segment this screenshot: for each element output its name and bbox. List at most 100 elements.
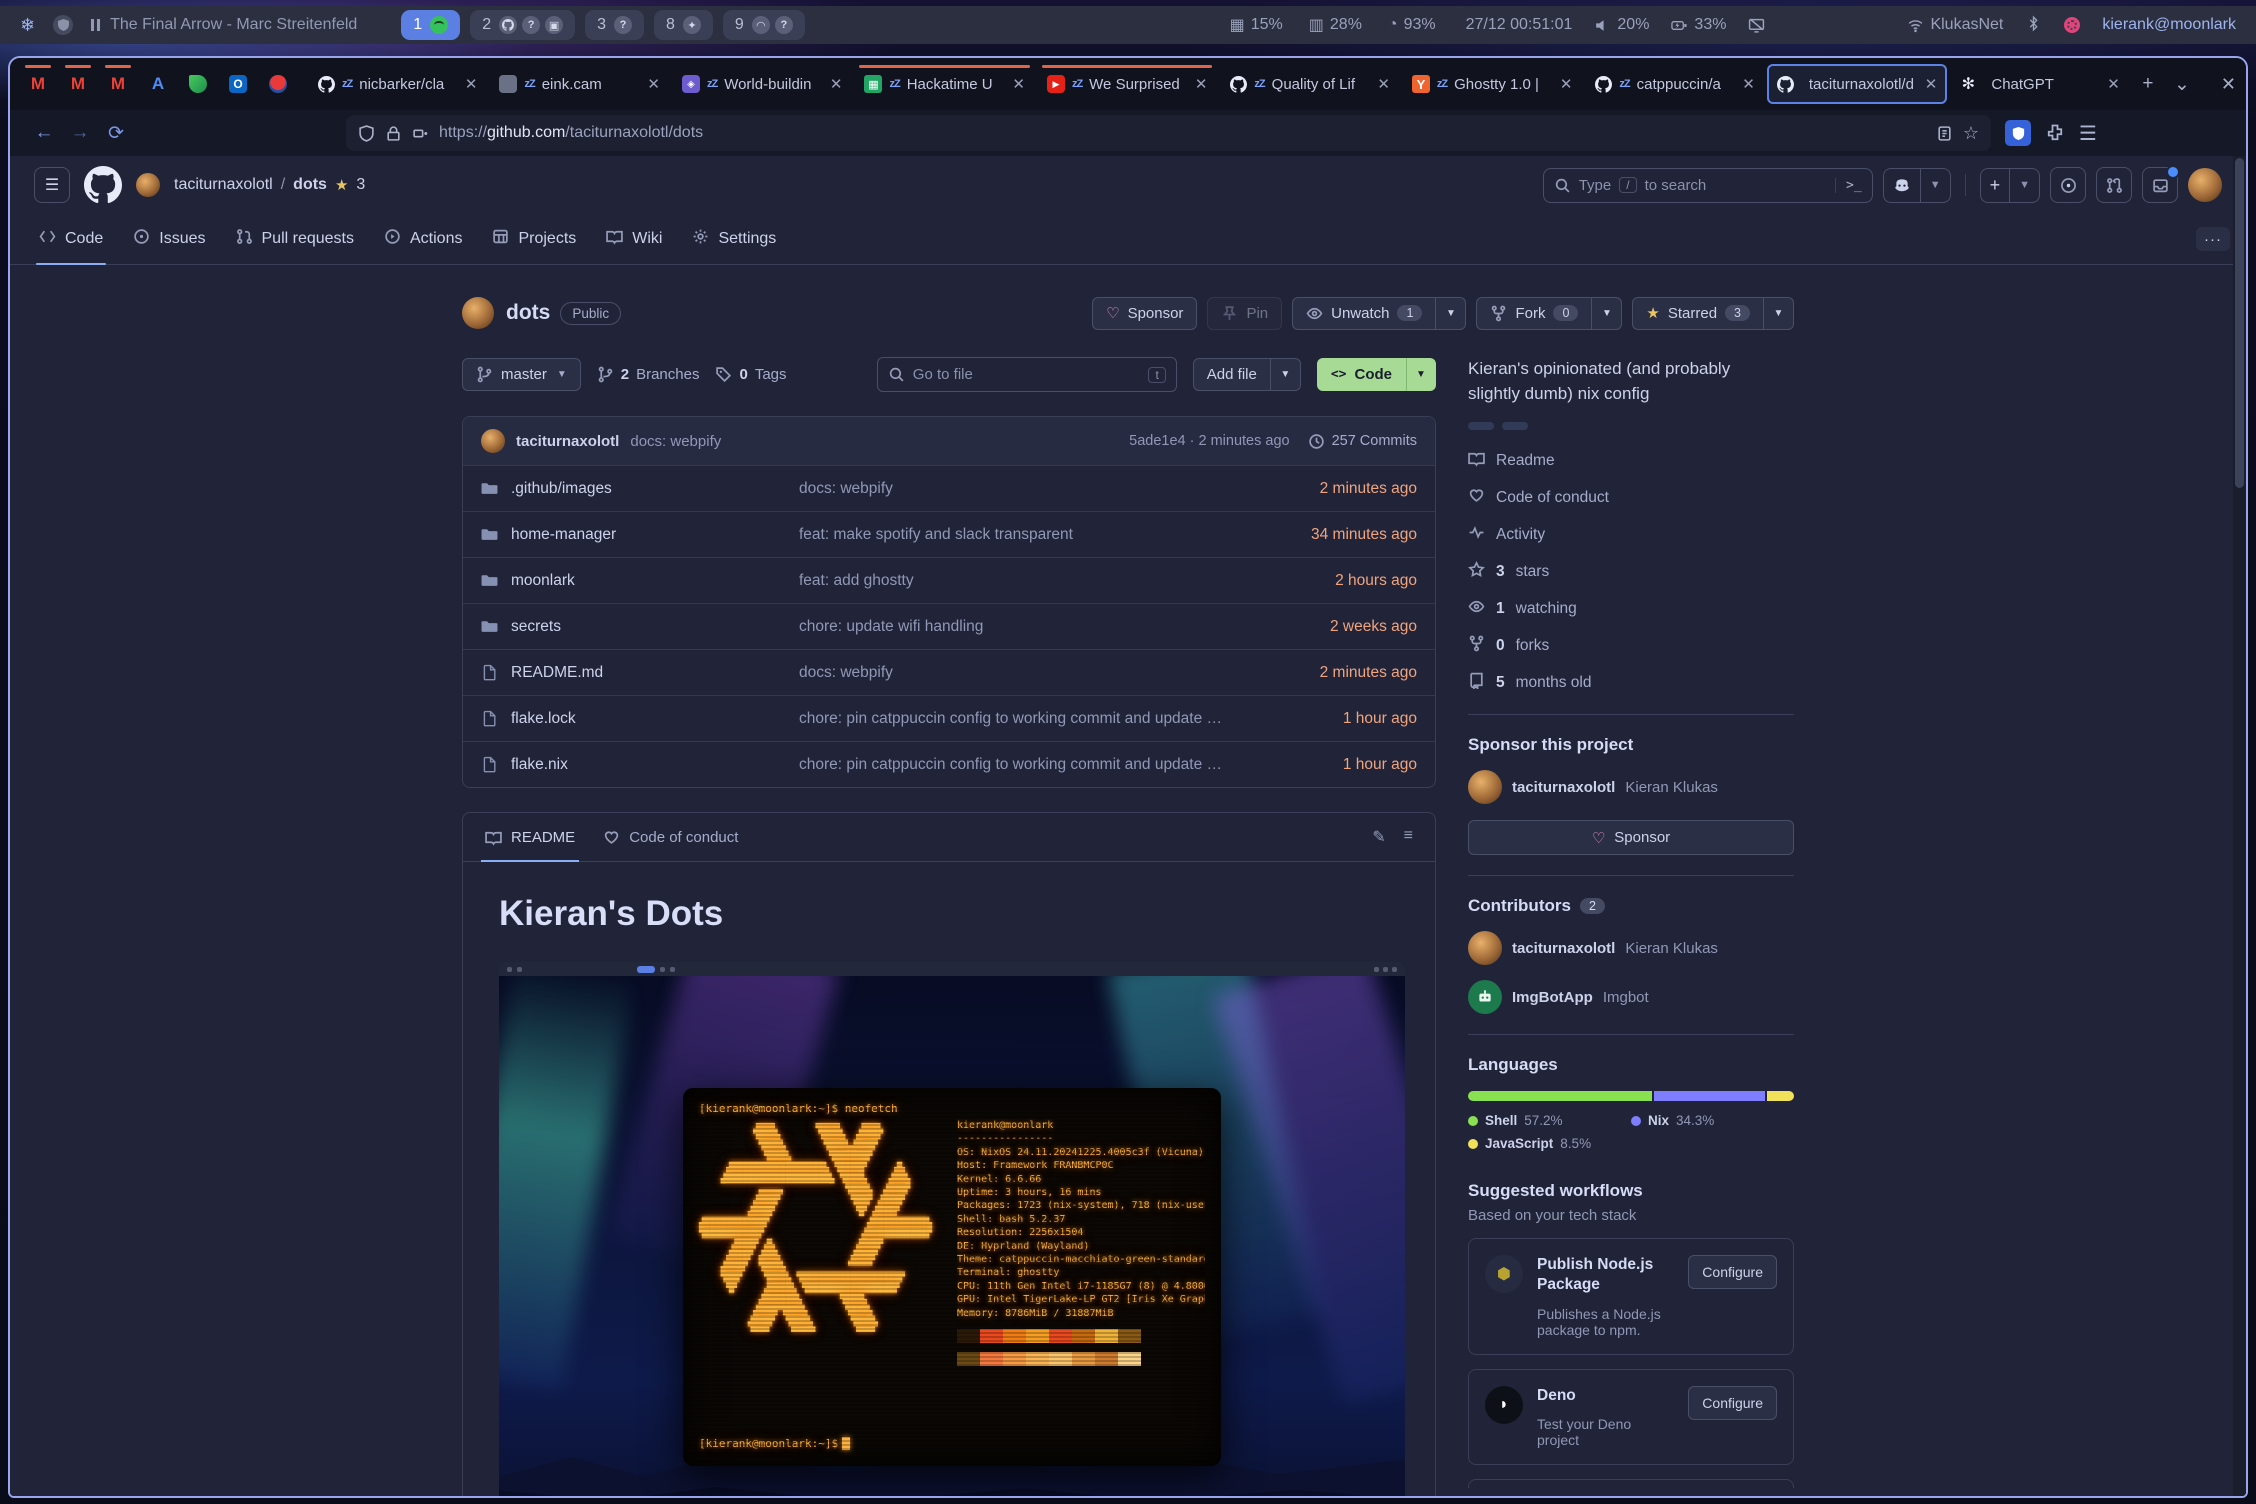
pull-requests-header-icon[interactable] [2096,167,2132,203]
tab-close-icon[interactable]: ✕ [1008,75,1025,93]
file-name[interactable]: .github/images [511,480,612,498]
bluetooth-icon[interactable] [2025,15,2042,36]
browser-tab[interactable]: zZ nicbarker/cla ✕ [307,64,487,104]
browser-tab[interactable]: taciturnaxolotl/d ✕ [1767,64,1947,104]
pinned-tab[interactable]: A [140,64,176,104]
browser-tab[interactable]: ✻ ChatGPT ✕ [1949,64,2129,104]
media-player[interactable]: The Final Arrow - Marc Streitenfeld [91,16,357,34]
nav-projects[interactable]: Projects [479,214,589,264]
tab-close-icon[interactable]: ✕ [461,75,478,93]
language-segment-nix[interactable] [1654,1091,1764,1101]
browser-tab[interactable]: ▦ zZ Hackatime U ✕ [854,64,1034,104]
language-segment-shell[interactable] [1468,1091,1652,1101]
configure-button[interactable]: Configure [1688,1255,1777,1289]
bookmark-star-icon[interactable]: ☆ [1963,123,1979,144]
tab-close-icon[interactable]: ✕ [643,75,660,93]
tab-code-of-conduct[interactable]: Code of conduct [589,813,752,861]
readme-screenshot-image[interactable]: [kierank@moonlark:~]$ neofetch ▗▄▄▄ ▗▄▄▄… [499,962,1405,1496]
repo-owner-avatar[interactable] [462,297,494,329]
file-row[interactable]: .github/images docs: webpify 2 minutes a… [463,465,1435,511]
nav-settings[interactable]: Settings [679,214,789,264]
about-info-item[interactable]: Activity [1468,524,1794,546]
file-commit-message[interactable]: chore: pin catppuccin config to working … [799,710,1237,728]
contributors-title[interactable]: Contributors [1468,896,1571,916]
code-caret[interactable]: ▼ [1406,358,1436,391]
code-button[interactable]: <> Code [1317,358,1406,391]
tags-link[interactable]: 0 Tags [715,366,786,383]
file-commit-message[interactable]: docs: webpify [799,664,1237,682]
tab-readme[interactable]: README [471,813,589,861]
file-row[interactable]: README.md docs: webpify 2 minutes ago [463,649,1435,695]
issues-header-icon[interactable] [2050,167,2086,203]
global-nav-menu-button[interactable]: ☰ [34,167,70,203]
list-tabs-button[interactable]: ⌄ [2165,66,2199,102]
branches-link[interactable]: 2 Branches [597,366,700,383]
about-info-item[interactable]: 0 forks [1468,635,1794,657]
tab-close-icon[interactable]: ✕ [1921,75,1938,93]
language-segment-javascript[interactable] [1767,1091,1794,1101]
browser-tab[interactable]: zZ eink.cam ✕ [489,64,669,104]
workspace-pill[interactable]: 8 ✦ [654,10,713,40]
star-caret[interactable]: ▼ [1764,297,1794,330]
outline-icon[interactable]: ≡ [1404,827,1413,847]
about-info-item[interactable]: 1 watching [1468,598,1794,620]
nixos-icon[interactable]: ❄ [20,15,35,36]
pinned-tab[interactable]: O [220,64,256,104]
tab-close-icon[interactable]: ✕ [826,75,843,93]
tray-app-icon[interactable] [2064,17,2080,33]
language-legend-item[interactable]: JavaScript 8.5% [1468,1136,1631,1151]
reader-mode-icon[interactable] [1936,125,1953,142]
file-commit-message[interactable]: docs: webpify [799,480,1237,498]
commit-sha[interactable]: 5ade1e4 [1129,433,1185,449]
browser-tab[interactable]: Y zZ Ghostty 1.0 | ✕ [1402,64,1582,104]
pinned-tab[interactable] [260,64,296,104]
shield-icon[interactable] [53,15,73,35]
github-logo[interactable] [84,166,122,204]
file-name[interactable]: flake.nix [511,756,568,774]
commit-history-link[interactable]: 257 Commits [1308,433,1417,450]
window-close-button[interactable]: ✕ [2221,74,2236,95]
language-legend-item[interactable]: Shell 57.2% [1468,1113,1631,1128]
tab-close-icon[interactable]: ✕ [1191,75,1208,93]
create-new-caret[interactable]: ▼ [2009,169,2039,202]
browser-tab[interactable]: zZ Quality of Lif ✕ [1219,64,1399,104]
contributor-login[interactable]: ImgBotApp [1512,989,1593,1006]
nav-code[interactable]: Code [26,214,116,264]
page-scrollbar[interactable] [2233,156,2246,1496]
topic-tag[interactable] [1502,422,1528,430]
file-commit-message[interactable]: feat: add ghostty [799,572,1237,590]
tab-close-icon[interactable]: ✕ [1373,75,1390,93]
contributor-login[interactable]: taciturnaxolotl [1512,940,1615,957]
file-name[interactable]: flake.lock [511,710,576,728]
latest-commit-row[interactable]: taciturnaxolotl docs: webpify 5ade1e4 · … [463,417,1435,465]
copilot-chat-icon[interactable]: >_ [1835,178,1862,193]
edit-readme-icon[interactable]: ✎ [1372,827,1385,847]
browser-tab[interactable]: ◈ zZ World-buildin ✕ [672,64,852,104]
browser-tab[interactable]: zZ catppuccin/a ✕ [1584,64,1764,104]
pinned-tab[interactable]: M [20,64,56,104]
pinned-tab[interactable]: M [100,64,136,104]
unwatch-button[interactable]: Unwatch 1 [1292,297,1436,330]
file-row[interactable]: moonlark feat: add ghostty 2 hours ago [463,557,1435,603]
file-row[interactable]: secrets chore: update wifi handling 2 we… [463,603,1435,649]
file-commit-message[interactable]: chore: pin catppuccin config to working … [799,756,1237,774]
commit-author-avatar[interactable] [481,429,505,453]
repo-title[interactable]: dots [506,301,550,325]
workspace-pill[interactable]: 9 ◠? [723,10,805,40]
about-info-item[interactable]: 5 months old [1468,672,1794,694]
menu-button[interactable]: ☰ [2079,121,2097,146]
url-bar[interactable]: https://github.com/taciturnaxolotl/dots … [346,115,1991,151]
create-new-button[interactable]: + ▼ [1980,168,2040,203]
user-avatar[interactable] [2188,168,2222,202]
about-info-item[interactable]: 3 stars [1468,561,1794,583]
new-tab-button[interactable]: + [2131,66,2165,102]
waybar-stat-module[interactable]: ▥ 28% [1309,15,1362,35]
pinned-tab[interactable]: M [60,64,96,104]
configure-button[interactable]: Configure [1688,1386,1777,1420]
pinned-tab[interactable] [180,64,216,104]
nav-wiki[interactable]: Wiki [593,214,675,264]
global-search-input[interactable]: Type / to search >_ [1543,168,1873,203]
file-row[interactable]: flake.lock chore: pin catppuccin config … [463,695,1435,741]
back-button[interactable]: ← [26,116,62,150]
go-to-file-input[interactable]: Go to file t [877,357,1177,392]
